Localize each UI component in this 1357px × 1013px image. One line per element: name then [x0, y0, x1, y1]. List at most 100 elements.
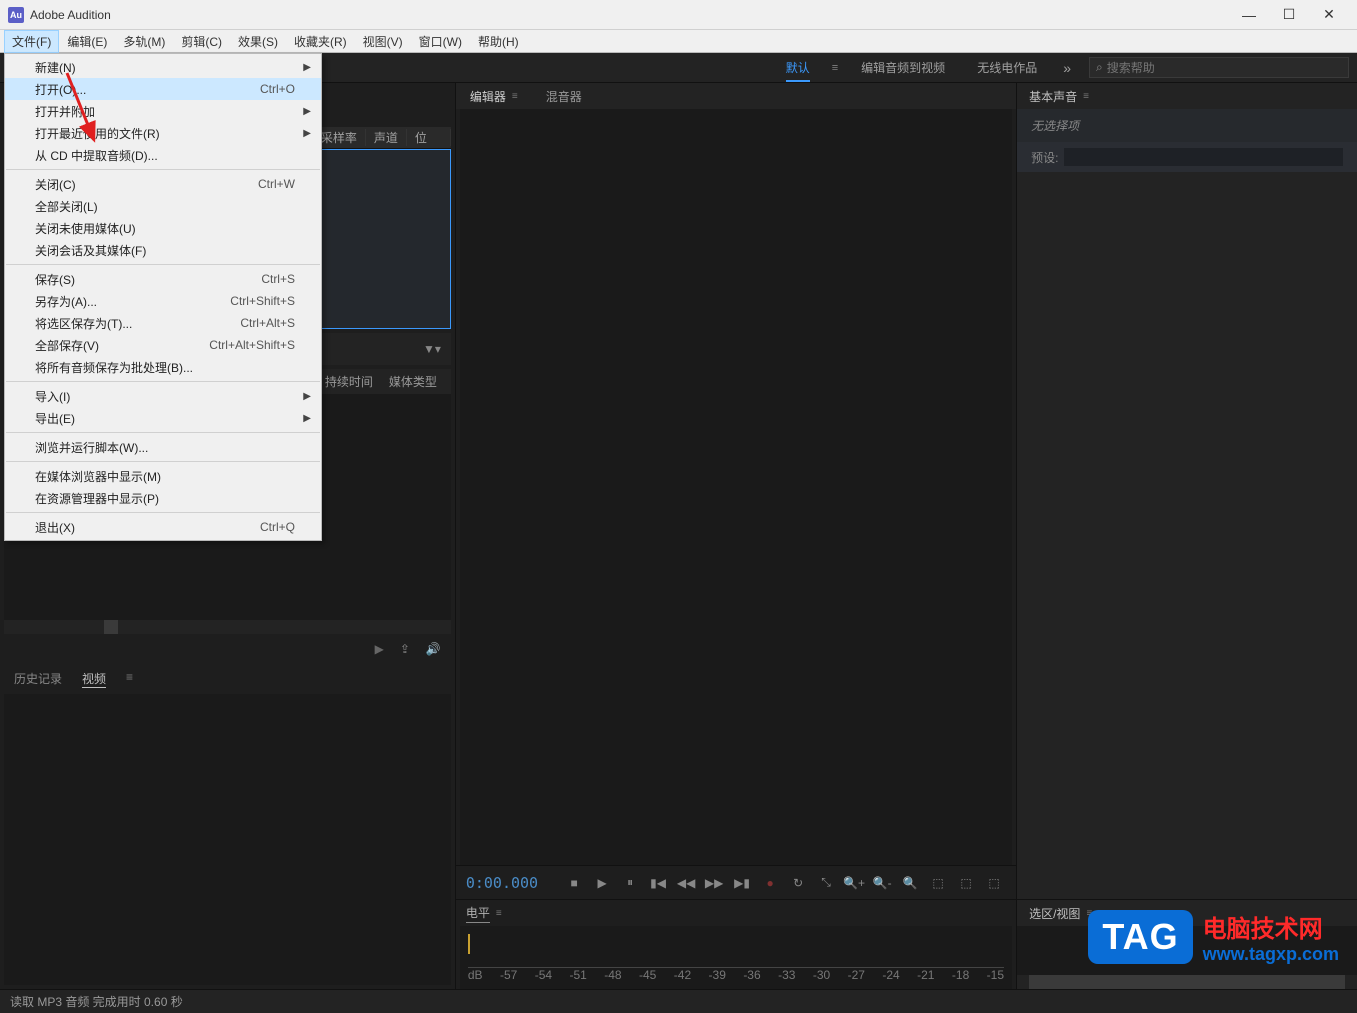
watermark: TAG 电脑技术网 www.tagxp.com [1088, 909, 1339, 965]
level-ruler: dB-57-54-51-48-45-42-39-36-33-30-27-24-2… [468, 967, 1004, 985]
col-media-type[interactable]: 媒体类型 [381, 373, 445, 390]
essential-sound-body [1017, 172, 1357, 899]
col-bits[interactable]: 位 [407, 129, 451, 146]
menu-effects[interactable]: 效果(S) [230, 30, 286, 53]
workspace-more-icon[interactable]: » [1053, 60, 1081, 76]
menu-close-session[interactable]: 关闭会话及其媒体(F) [5, 239, 321, 261]
skip-selection-button[interactable]: ⤡ [814, 871, 838, 895]
menu-save-selection[interactable]: 将选区保存为(T)...Ctrl+Alt+S [5, 312, 321, 334]
right-column: 基本声音 ≡ 无选择项 预设: 选区/视图 ≡ [1016, 83, 1357, 989]
zoom-selection-icon[interactable]: ⬚ [926, 871, 950, 895]
menu-export[interactable]: 导出(E)▶ [5, 407, 321, 429]
next-button[interactable]: ▶▮ [730, 871, 754, 895]
preset-row: 预设: [1017, 142, 1357, 172]
file-menu-dropdown: 新建(N)▶ 打开(O)...Ctrl+O 打开并附加▶ 打开最近使用的文件(R… [4, 53, 322, 541]
menu-import[interactable]: 导入(I)▶ [5, 385, 321, 407]
no-selection-label: 无选择项 [1017, 109, 1357, 142]
rewind-button[interactable]: ◀◀ [674, 871, 698, 895]
level-panel-menu-icon[interactable]: ≡ [496, 908, 503, 919]
timecode-display[interactable]: 0:00.000 [466, 874, 538, 892]
zoom-out-point-icon[interactable]: ⬚ [982, 871, 1006, 895]
menu-multitrack[interactable]: 多轨(M) [115, 30, 173, 53]
tab-editor[interactable]: 编辑器≡ [470, 88, 518, 105]
zoom-in-point-icon[interactable]: ⬚ [954, 871, 978, 895]
search-help[interactable]: ⌕ [1089, 57, 1349, 78]
close-button[interactable]: ✕ [1309, 2, 1349, 28]
history-video-tabs: 历史记录 视频 ≡ [0, 664, 455, 694]
level-indicator [468, 934, 470, 954]
level-meter: dB-57-54-51-48-45-42-39-36-33-30-27-24-2… [460, 926, 1012, 989]
menu-open-recent[interactable]: 打开最近使用的文件(R)▶ [5, 122, 321, 144]
menu-save-batch[interactable]: 将所有音频保存为批处理(B)... [5, 356, 321, 378]
pause-button[interactable]: ⏸ [618, 871, 642, 895]
watermark-cn: 电脑技术网 [1203, 909, 1339, 944]
menu-open-append[interactable]: 打开并附加▶ [5, 100, 321, 122]
workspace-radio[interactable]: 无线电作品 [961, 53, 1053, 82]
level-panel-tab[interactable]: 电平 ≡ [456, 900, 1016, 926]
play-button[interactable]: ▶ [590, 871, 614, 895]
record-button[interactable]: ● [758, 871, 782, 895]
selection-view-hscrollbar[interactable] [1017, 975, 1357, 989]
search-input[interactable] [1107, 61, 1342, 75]
app-icon: Au [8, 7, 24, 23]
menu-view[interactable]: 视图(V) [355, 30, 411, 53]
essential-sound-menu-icon[interactable]: ≡ [1083, 91, 1089, 102]
menu-save-all[interactable]: 全部保存(V)Ctrl+Alt+Shift+S [5, 334, 321, 356]
workspace-default-menu-icon[interactable]: ≡ [826, 62, 845, 74]
preset-dropdown[interactable] [1064, 148, 1343, 166]
menu-exit[interactable]: 退出(X)Ctrl+Q [5, 516, 321, 538]
level-panel: 电平 ≡ dB-57-54-51-48-45-42-39-36-33-30-27… [456, 899, 1016, 989]
loop-icon[interactable]: ⇪ [400, 642, 410, 656]
menu-reveal-media[interactable]: 在媒体浏览器中显示(M) [5, 465, 321, 487]
menu-save[interactable]: 保存(S)Ctrl+S [5, 268, 321, 290]
menu-favorites[interactable]: 收藏夹(R) [286, 30, 355, 53]
menu-window[interactable]: 窗口(W) [411, 30, 470, 53]
menu-save-as[interactable]: 另存为(A)...Ctrl+Shift+S [5, 290, 321, 312]
workspace-edit-av[interactable]: 编辑音频到视频 [845, 53, 961, 82]
essential-sound-tab[interactable]: 基本声音 ≡ [1017, 83, 1357, 109]
menu-help[interactable]: 帮助(H) [470, 30, 527, 53]
stop-button[interactable]: ■ [562, 871, 586, 895]
editor-tabs: 编辑器≡ 混音器 [456, 83, 1016, 109]
tab-history[interactable]: 历史记录 [14, 670, 62, 688]
media-hscrollbar[interactable] [4, 620, 451, 634]
menu-clip[interactable]: 剪辑(C) [173, 30, 230, 53]
zoom-out-icon[interactable]: 🔍- [870, 871, 894, 895]
menu-close-all[interactable]: 全部关闭(L) [5, 195, 321, 217]
tab-video[interactable]: 视频 [82, 670, 106, 688]
media-footer: ▶ ⇪ 🔊 [0, 634, 455, 664]
loop-playback-button[interactable]: ↻ [786, 871, 810, 895]
watermark-logo: TAG [1088, 910, 1192, 964]
maximize-button[interactable]: ☐ [1269, 2, 1309, 28]
history-panel-menu-icon[interactable]: ≡ [126, 670, 133, 688]
status-bar: 读取 MP3 音频 完成用时 0.60 秒 [0, 989, 1357, 1013]
zoom-full-icon[interactable]: 🔍 [898, 871, 922, 895]
col-duration[interactable]: 持续时间 [317, 373, 381, 390]
menu-extract-cd[interactable]: 从 CD 中提取音频(D)... [5, 144, 321, 166]
zoom-in-icon[interactable]: 🔍+ [842, 871, 866, 895]
menu-new[interactable]: 新建(N)▶ [5, 56, 321, 78]
zoom-controls: 🔍+ 🔍- 🔍 ⬚ ⬚ ⬚ [842, 871, 1006, 895]
forward-button[interactable]: ▶▶ [702, 871, 726, 895]
autoplay-icon[interactable]: 🔊 [426, 642, 441, 656]
editor-canvas[interactable] [460, 109, 1012, 865]
menu-open[interactable]: 打开(O)...Ctrl+O [5, 78, 321, 100]
menu-scripts[interactable]: 浏览并运行脚本(W)... [5, 436, 321, 458]
tab-mixer[interactable]: 混音器 [546, 88, 582, 105]
titlebar: Au Adobe Audition — ☐ ✕ [0, 0, 1357, 30]
filter-icon[interactable]: ▼▾ [423, 342, 441, 356]
menu-reveal-explorer[interactable]: 在资源管理器中显示(P) [5, 487, 321, 509]
video-panel [4, 694, 451, 985]
col-channels[interactable]: 声道 [366, 129, 407, 146]
menu-file[interactable]: 文件(F) [4, 30, 59, 53]
workspace-default[interactable]: 默认 [770, 53, 826, 82]
menu-edit[interactable]: 编辑(E) [59, 30, 115, 53]
menu-close-unused[interactable]: 关闭未使用媒体(U) [5, 217, 321, 239]
status-text: 读取 MP3 音频 完成用时 0.60 秒 [10, 993, 183, 1010]
play-icon[interactable]: ▶ [375, 642, 384, 656]
prev-button[interactable]: ▮◀ [646, 871, 670, 895]
minimize-button[interactable]: — [1229, 2, 1269, 28]
search-icon: ⌕ [1096, 60, 1103, 75]
center-column: 编辑器≡ 混音器 0:00.000 ■ ▶ ⏸ ▮◀ ◀◀ ▶▶ ▶▮ ● ↻ … [456, 83, 1016, 989]
menu-close[interactable]: 关闭(C)Ctrl+W [5, 173, 321, 195]
